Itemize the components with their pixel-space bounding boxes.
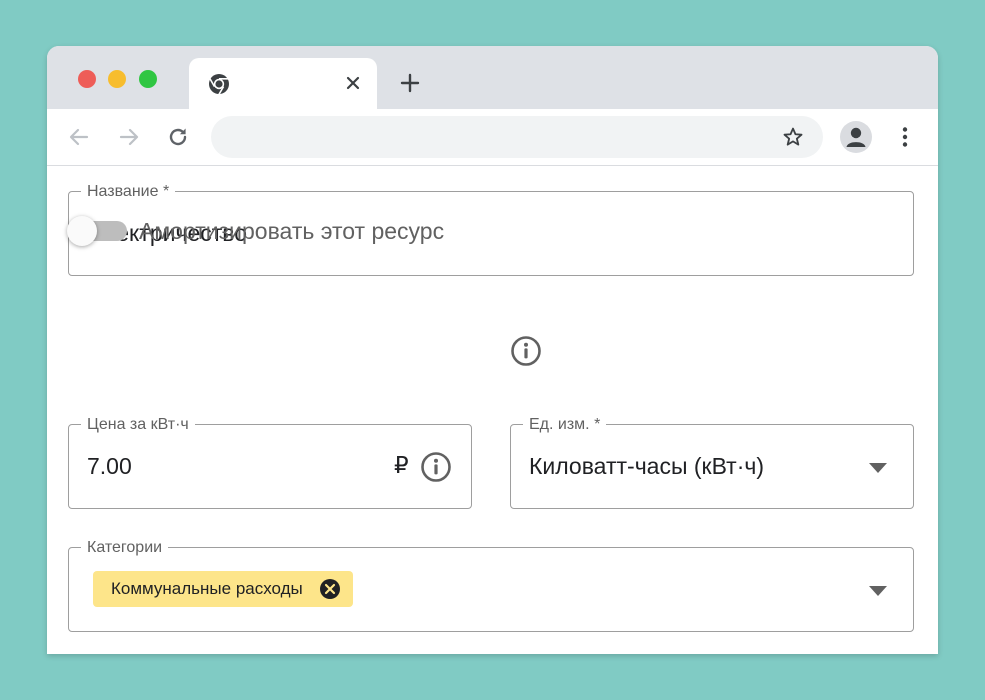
chip-remove-icon[interactable] <box>319 578 341 600</box>
bookmark-button[interactable] <box>778 122 808 152</box>
unit-select[interactable]: Ед. изм. * Киловатт-часы (кВт·ч) <box>510 415 914 509</box>
new-tab-button[interactable] <box>397 70 423 96</box>
back-button[interactable] <box>64 122 94 152</box>
currency-symbol: ₽ <box>394 452 409 478</box>
plus-icon <box>400 73 420 93</box>
browser-tab[interactable] <box>189 58 377 109</box>
forward-button[interactable] <box>114 122 144 152</box>
window-minimize-button[interactable] <box>108 70 126 88</box>
price-field-value[interactable]: 7.00 <box>87 453 132 480</box>
profile-button[interactable] <box>840 121 872 153</box>
chrome-icon <box>209 74 229 95</box>
categories-chevron-down-icon[interactable] <box>869 586 887 596</box>
person-icon <box>846 127 866 147</box>
amortize-toggle-thumb[interactable] <box>67 216 97 246</box>
browser-menu-button[interactable] <box>890 122 920 152</box>
tab-close-button[interactable] <box>341 71 365 95</box>
star-icon <box>783 127 803 146</box>
arrow-left-icon <box>69 128 89 146</box>
info-icon[interactable] <box>510 335 542 367</box>
price-field-label: Цена за кВт·ч <box>81 415 195 435</box>
price-info-icon[interactable] <box>420 451 452 483</box>
window-close-button[interactable] <box>78 70 96 88</box>
address-input[interactable] <box>231 116 775 160</box>
arrow-right-icon <box>119 128 139 146</box>
reload-button[interactable] <box>163 122 193 152</box>
categories-field-label: Категории <box>81 538 169 558</box>
unit-select-value: Киловатт-часы (кВт·ч) <box>529 453 765 479</box>
category-chip[interactable]: Коммунальные расходы <box>93 571 353 607</box>
reload-icon <box>169 128 187 146</box>
address-bar[interactable] <box>211 116 823 160</box>
chevron-down-icon[interactable] <box>869 463 887 473</box>
browser-toolbar <box>47 109 938 166</box>
browser-window: Название * Электричество Амортизировать … <box>47 46 938 654</box>
name-field-label: Название * <box>81 182 176 202</box>
category-chip-label: Коммунальные расходы <box>111 579 303 598</box>
window-maximize-button[interactable] <box>139 70 157 88</box>
price-field[interactable]: Цена за кВт·ч 7.00 ₽ <box>68 415 472 509</box>
amortize-toggle-label: Амортизировать этот ресурс <box>139 218 445 244</box>
unit-select-label: Ед. изм. * <box>523 415 607 435</box>
kebab-menu-icon <box>902 127 908 147</box>
tab-strip <box>47 46 938 109</box>
close-icon <box>346 76 360 90</box>
